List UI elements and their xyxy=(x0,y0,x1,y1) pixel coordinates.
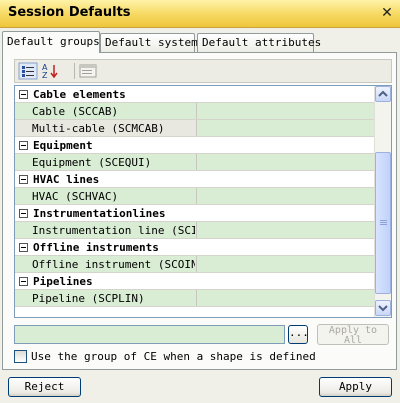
property-value[interactable] xyxy=(196,154,375,170)
property-name: Multi-cable (SCMCAB) xyxy=(32,122,165,135)
tab-default-attributes[interactable]: Default attributes xyxy=(197,33,321,52)
property-row[interactable]: Multi-cable (SCMCAB) xyxy=(15,120,375,137)
property-pages-icon[interactable] xyxy=(78,62,98,80)
property-row[interactable]: Pipeline (SCPLIN) xyxy=(15,290,375,307)
group-row[interactable]: Offline instruments xyxy=(15,239,375,256)
property-grid: Cable elements Cable (SCCAB) Multi-cable… xyxy=(14,85,392,318)
window-title: Session Defaults xyxy=(8,5,131,20)
group-label: HVAC lines xyxy=(33,173,100,186)
toolbar-separator xyxy=(74,63,75,79)
property-row[interactable]: Offline instrument (SCOINS) xyxy=(15,256,375,273)
collapse-icon[interactable] xyxy=(19,90,28,99)
collapse-icon[interactable] xyxy=(19,243,28,252)
apply-to-all-label-2: All xyxy=(343,335,363,346)
collapse-icon[interactable] xyxy=(19,277,28,286)
property-toolbar: A Z xyxy=(14,59,392,83)
group-label: Offline instruments xyxy=(33,241,159,254)
categorized-view-icon[interactable] xyxy=(18,62,38,80)
property-name: HVAC (SCHVAC) xyxy=(32,190,119,203)
apply-button[interactable]: Apply xyxy=(319,377,392,397)
use-ce-group-checkbox[interactable] xyxy=(14,350,27,363)
group-row[interactable]: Equipment xyxy=(15,137,375,154)
scroll-down-icon[interactable] xyxy=(375,300,391,316)
property-row[interactable]: Instrumentation line (SCILI xyxy=(15,222,375,239)
collapse-icon[interactable] xyxy=(19,141,28,150)
property-value[interactable] xyxy=(196,120,375,136)
property-name: Instrumentation line (SCILI xyxy=(32,224,195,237)
reject-button[interactable]: Reject xyxy=(8,377,81,397)
tab-default-system[interactable]: Default system xyxy=(100,33,198,52)
scroll-thumb[interactable] xyxy=(375,152,391,294)
svg-text:Z: Z xyxy=(42,71,48,80)
property-value[interactable] xyxy=(196,188,375,204)
tab-default-groups[interactable]: Default groups xyxy=(2,31,100,53)
group-label: Equipment xyxy=(33,139,93,152)
group-label: Instrumentationlines xyxy=(33,207,166,220)
property-value[interactable] xyxy=(196,222,375,238)
property-value[interactable] xyxy=(196,103,375,119)
use-ce-group-label: Use the group of CE when a shape is defi… xyxy=(31,350,316,363)
group-label: Pipelines xyxy=(33,275,93,288)
property-row[interactable]: HVAC (SCHVAC) xyxy=(15,188,375,205)
collapse-icon[interactable] xyxy=(19,175,28,184)
title-bar: Session Defaults ✕ xyxy=(0,0,400,28)
property-row[interactable]: Equipment (SCEQUI) xyxy=(15,154,375,171)
property-value[interactable] xyxy=(196,290,375,306)
property-name: Offline instrument (SCOINS) xyxy=(32,258,195,271)
browse-button[interactable]: ... xyxy=(288,325,309,344)
group-row[interactable]: Cable elements xyxy=(15,86,375,103)
property-name: Pipeline (SCPLIN) xyxy=(32,292,145,305)
property-name: Cable (SCCAB) xyxy=(32,105,119,118)
group-row[interactable]: Pipelines xyxy=(15,273,375,290)
tab-strip: Default groups Default system Default at… xyxy=(2,31,398,53)
value-input[interactable] xyxy=(14,325,285,344)
close-icon[interactable]: ✕ xyxy=(379,5,395,21)
property-row[interactable]: Cable (SCCAB) xyxy=(15,103,375,120)
scroll-up-icon[interactable] xyxy=(375,86,391,102)
sort-alphabetical-icon[interactable]: A Z xyxy=(40,62,60,80)
group-row[interactable]: Instrumentationlines xyxy=(15,205,375,222)
property-name: Equipment (SCEQUI) xyxy=(32,156,152,169)
vertical-scrollbar[interactable] xyxy=(374,86,391,317)
group-row[interactable]: HVAC lines xyxy=(15,171,375,188)
tab-panel: A Z Cable elements Cable (SCCAB) Multi-c… xyxy=(2,52,397,370)
collapse-icon[interactable] xyxy=(19,209,28,218)
property-value[interactable] xyxy=(196,256,375,272)
group-label: Cable elements xyxy=(33,88,126,101)
apply-to-all-button[interactable]: Apply to All xyxy=(317,324,389,346)
